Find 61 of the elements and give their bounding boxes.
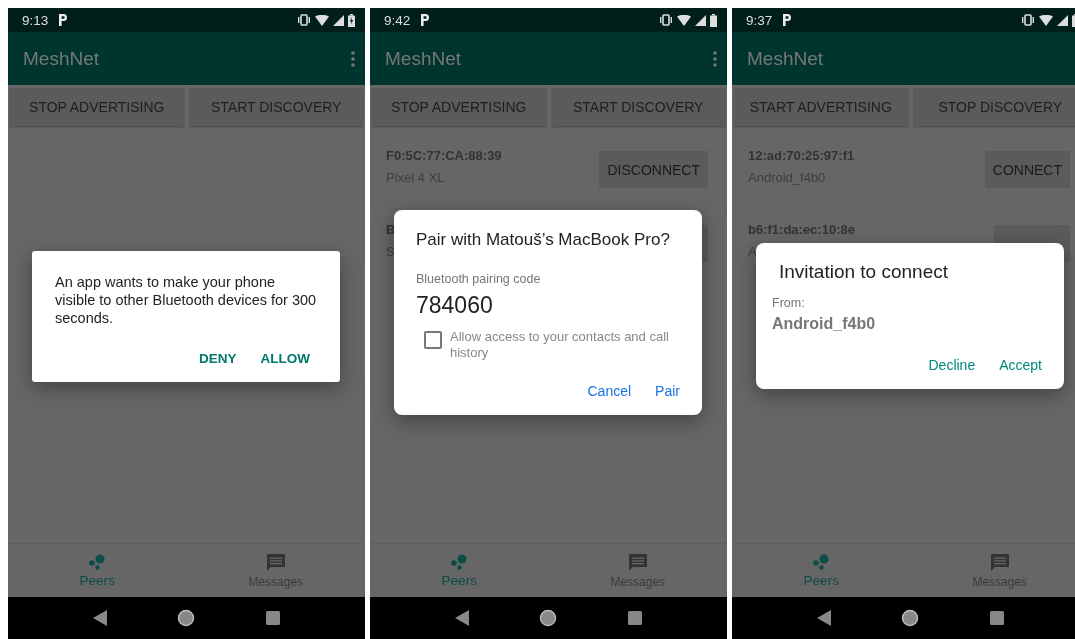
recents-button[interactable] (989, 611, 1004, 625)
discovery-button[interactable]: START DISCOVERY (189, 88, 363, 126)
signal-icon (695, 14, 706, 26)
app-title: MeshNet (23, 47, 101, 70)
peer-connection-button[interactable]: CONNECT (984, 151, 1070, 188)
vibrate-icon (297, 14, 311, 26)
advertising-button[interactable]: STOP ADVERTISING (372, 88, 546, 126)
home-button[interactable] (177, 609, 196, 627)
peers-icon (450, 553, 469, 570)
status-time: 9:42 (384, 12, 411, 28)
vibrate-icon (659, 14, 673, 26)
discovery-button[interactable]: START DISCOVERY (551, 88, 725, 126)
peers-icon (88, 553, 107, 570)
message-icon (265, 552, 286, 572)
wifi-icon (677, 14, 691, 26)
dismiss-button[interactable]: DENY (191, 345, 245, 372)
confirm-button[interactable]: Pair (647, 377, 688, 405)
app-notification-icon (420, 14, 431, 26)
discovery-button[interactable]: STOP DISCOVERY (913, 88, 1075, 126)
dismiss-button[interactable]: Cancel (579, 377, 640, 405)
from-name: Android_f4b0 (772, 315, 877, 333)
pairing-code: 784060 (416, 292, 494, 319)
dialog-title: Invitation to connect (779, 261, 949, 283)
wifi-icon (315, 14, 329, 26)
overflow-menu-icon[interactable] (351, 50, 355, 67)
app-title: MeshNet (385, 47, 463, 70)
home-button[interactable] (901, 609, 920, 627)
bottom-nav-tab[interactable]: Peers (8, 544, 187, 597)
peers-icon (812, 553, 831, 570)
confirm-button[interactable]: ALLOW (252, 345, 318, 372)
bottom-nav-tab[interactable]: Peers (370, 544, 549, 597)
status-time: 9:13 (22, 12, 49, 28)
back-button[interactable] (817, 610, 832, 626)
dialog-title: Pair with Matouš’s MacBook Pro? (416, 230, 671, 250)
message-icon (627, 552, 648, 572)
app-notification-icon (782, 14, 793, 26)
app-title: MeshNet (747, 47, 825, 70)
checkbox-label: Allow access to your contacts and call history (450, 329, 670, 361)
wifi-icon (1039, 14, 1053, 26)
back-button[interactable] (93, 610, 108, 626)
signal-icon (1057, 14, 1068, 26)
app-notification-icon (58, 14, 69, 26)
advertising-button[interactable]: START ADVERTISING (734, 88, 908, 126)
vibrate-icon (1021, 14, 1035, 26)
from-label: From: (772, 296, 806, 310)
bottom-nav-tab[interactable]: Peers (732, 544, 911, 597)
pairing-code-label: Bluetooth pairing code (416, 272, 542, 286)
message-icon (989, 552, 1010, 572)
status-time: 9:37 (746, 12, 773, 28)
home-button[interactable] (539, 609, 558, 627)
dialog-message: An app wants to make your phone visible to other Bluetooth devices for 300 seconds. (55, 273, 318, 327)
advertising-button[interactable]: STOP ADVERTISING (10, 88, 184, 126)
overflow-menu-icon[interactable] (713, 50, 717, 67)
recents-button[interactable] (265, 611, 280, 625)
recents-button[interactable] (627, 611, 642, 625)
checkbox[interactable] (424, 331, 442, 349)
signal-icon (333, 14, 344, 26)
back-button[interactable] (455, 610, 470, 626)
confirm-button[interactable]: Accept (991, 351, 1050, 379)
peer-connection-button[interactable]: DISCONNECT (599, 151, 708, 188)
dismiss-button[interactable]: Decline (920, 351, 984, 379)
